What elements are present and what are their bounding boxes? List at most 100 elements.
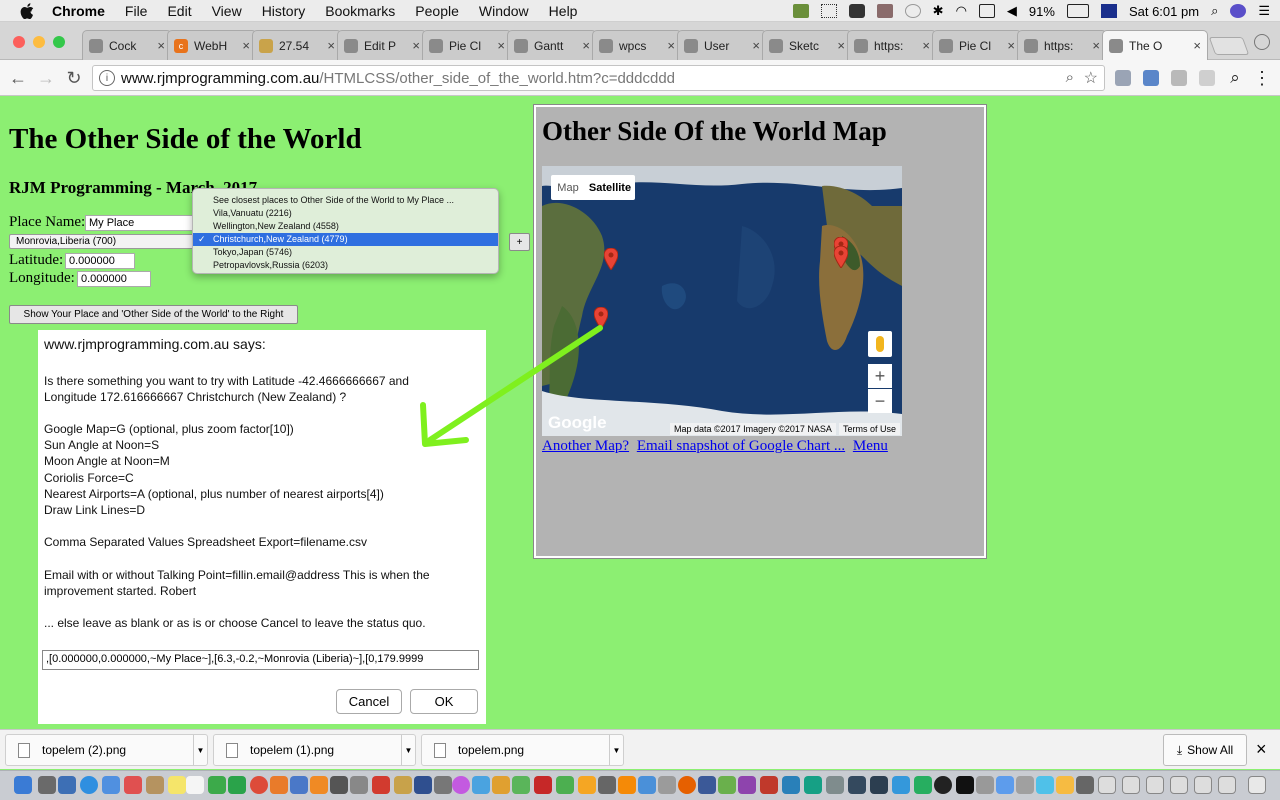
app-icon[interactable] — [124, 776, 142, 794]
clock[interactable]: Sat 6:01 pm — [1129, 4, 1199, 19]
dropdown-option[interactable]: Petropavlovsk,Russia (6203) — [193, 259, 498, 272]
app-icon[interactable] — [330, 776, 348, 794]
menu-icon[interactable]: ⋮ — [1252, 68, 1272, 88]
close-tab-icon[interactable]: × — [922, 38, 930, 53]
close-tab-icon[interactable]: × — [582, 38, 590, 53]
close-tab-icon[interactable]: × — [157, 38, 165, 53]
email-snapshot-link[interactable]: Email snapshot of Google Chart ... — [637, 438, 845, 454]
app-icon[interactable] — [1076, 776, 1094, 794]
app-icon[interactable] — [1218, 776, 1236, 794]
app-icon[interactable] — [996, 776, 1014, 794]
app-icon[interactable] — [1194, 776, 1212, 794]
itunes-icon[interactable] — [452, 776, 470, 794]
launchpad-icon[interactable] — [38, 776, 56, 794]
chevron-down-icon[interactable]: ▼ — [401, 735, 415, 765]
tab[interactable]: User × — [677, 30, 767, 60]
dropdown-option-selected[interactable]: ✓ Christchurch,New Zealand (4779) — [193, 233, 498, 246]
extension-icon[interactable] — [1143, 70, 1159, 86]
app-icon[interactable] — [492, 776, 510, 794]
zoom-out-button[interactable]: − — [868, 389, 892, 413]
tab[interactable]: Pie Cl × — [932, 30, 1022, 60]
app-icon[interactable] — [290, 776, 308, 794]
zoom-icon[interactable]: ⌕ — [1066, 69, 1074, 86]
tab[interactable]: c WebH × — [167, 30, 257, 60]
new-tab-button[interactable] — [1208, 37, 1250, 55]
app-icon[interactable] — [578, 776, 596, 794]
app-icon[interactable] — [1146, 776, 1164, 794]
close-tab-icon[interactable]: × — [497, 38, 505, 53]
app-status-icon[interactable] — [876, 4, 893, 18]
tab[interactable]: Sketc × — [762, 30, 852, 60]
app-icon[interactable] — [556, 776, 574, 794]
menu-help[interactable]: Help — [549, 3, 578, 19]
ok-button[interactable]: OK — [410, 689, 478, 714]
map-marker-icon[interactable] — [834, 246, 848, 268]
place-name-input[interactable] — [85, 215, 195, 231]
app-icon[interactable] — [760, 776, 778, 794]
satellite-type-button[interactable]: Satellite — [585, 175, 635, 200]
menu-view[interactable]: View — [212, 3, 242, 19]
dialog-input[interactable]: ,[0.000000,0.000000,~My Place~],[6.3,-0.… — [42, 650, 479, 670]
close-tab-icon[interactable]: × — [667, 38, 675, 53]
pegman-icon[interactable] — [868, 331, 892, 357]
vlc-icon[interactable] — [618, 776, 636, 794]
bookmark-star-icon[interactable]: ☆ — [1084, 68, 1098, 88]
address-bar[interactable]: i www.rjmprogramming.com.au/HTMLCSS/othe… — [92, 65, 1105, 91]
extension-icon[interactable] — [1171, 70, 1187, 86]
back-icon[interactable]: ← — [8, 68, 28, 88]
menu-window[interactable]: Window — [479, 3, 529, 19]
menu-people[interactable]: People — [415, 3, 459, 19]
extension-icon[interactable] — [1199, 70, 1215, 86]
app-icon[interactable] — [870, 776, 888, 794]
map-marker-icon[interactable] — [594, 307, 608, 329]
chevron-down-icon[interactable]: ▼ — [609, 735, 623, 765]
app-icon[interactable] — [698, 776, 716, 794]
satellite-map[interactable]: Map Satellite + − Google Map data ©2017 … — [542, 166, 902, 436]
app-icon[interactable] — [102, 776, 120, 794]
airplay-icon[interactable] — [978, 4, 995, 18]
app-icon[interactable] — [414, 776, 432, 794]
zoom-in-button[interactable]: + — [868, 364, 892, 388]
map-marker-icon[interactable] — [604, 248, 618, 270]
menu-bookmarks[interactable]: Bookmarks — [325, 3, 395, 19]
menu-link[interactable]: Menu — [853, 438, 888, 454]
flag-icon[interactable] — [1100, 4, 1117, 18]
info-icon[interactable]: i — [99, 70, 115, 86]
volume-icon[interactable]: ◀ — [1007, 3, 1017, 19]
wifi-icon[interactable]: ◠ — [956, 3, 967, 19]
chevron-down-icon[interactable]: ▼ — [193, 735, 207, 765]
tab[interactable]: Gantt × — [507, 30, 597, 60]
tab[interactable]: Pie Cl × — [422, 30, 512, 60]
notes-icon[interactable] — [168, 776, 186, 794]
app-icon[interactable] — [1036, 776, 1054, 794]
app-icon[interactable] — [228, 776, 246, 794]
close-tab-icon[interactable]: × — [327, 38, 335, 53]
grid-status-icon[interactable] — [820, 4, 837, 18]
time-machine-icon[interactable] — [904, 4, 921, 18]
app-icon[interactable] — [1122, 776, 1140, 794]
app-icon[interactable] — [658, 776, 676, 794]
tab-active[interactable]: The O × — [1102, 30, 1208, 60]
app-icon[interactable] — [892, 776, 910, 794]
notification-center-icon[interactable]: ☰ — [1258, 3, 1270, 19]
github-icon[interactable] — [934, 776, 952, 794]
app-icon[interactable] — [782, 776, 800, 794]
download-item[interactable]: topelem (1).png ▼ — [213, 734, 416, 766]
finder-icon[interactable] — [14, 776, 32, 794]
app-icon[interactable] — [638, 776, 656, 794]
siri-icon[interactable] — [1230, 4, 1247, 18]
filezilla-icon[interactable] — [534, 776, 552, 794]
search-icon[interactable]: ⌕ — [1225, 68, 1245, 88]
app-icon[interactable] — [394, 776, 412, 794]
cancel-button[interactable]: Cancel — [336, 689, 402, 714]
trash-icon[interactable] — [1248, 776, 1266, 794]
app-icon[interactable] — [1056, 776, 1074, 794]
app-icon[interactable] — [598, 776, 616, 794]
app-icon[interactable] — [434, 776, 452, 794]
reload-icon[interactable]: ↻ — [64, 68, 84, 88]
dropdown-option[interactable]: See closest places to Other Side of the … — [193, 194, 498, 207]
battery-icon[interactable] — [1066, 4, 1089, 18]
download-item[interactable]: topelem.png ▼ — [421, 734, 624, 766]
app-icon[interactable] — [270, 776, 288, 794]
show-place-button[interactable]: Show Your Place and 'Other Side of the W… — [9, 305, 298, 324]
